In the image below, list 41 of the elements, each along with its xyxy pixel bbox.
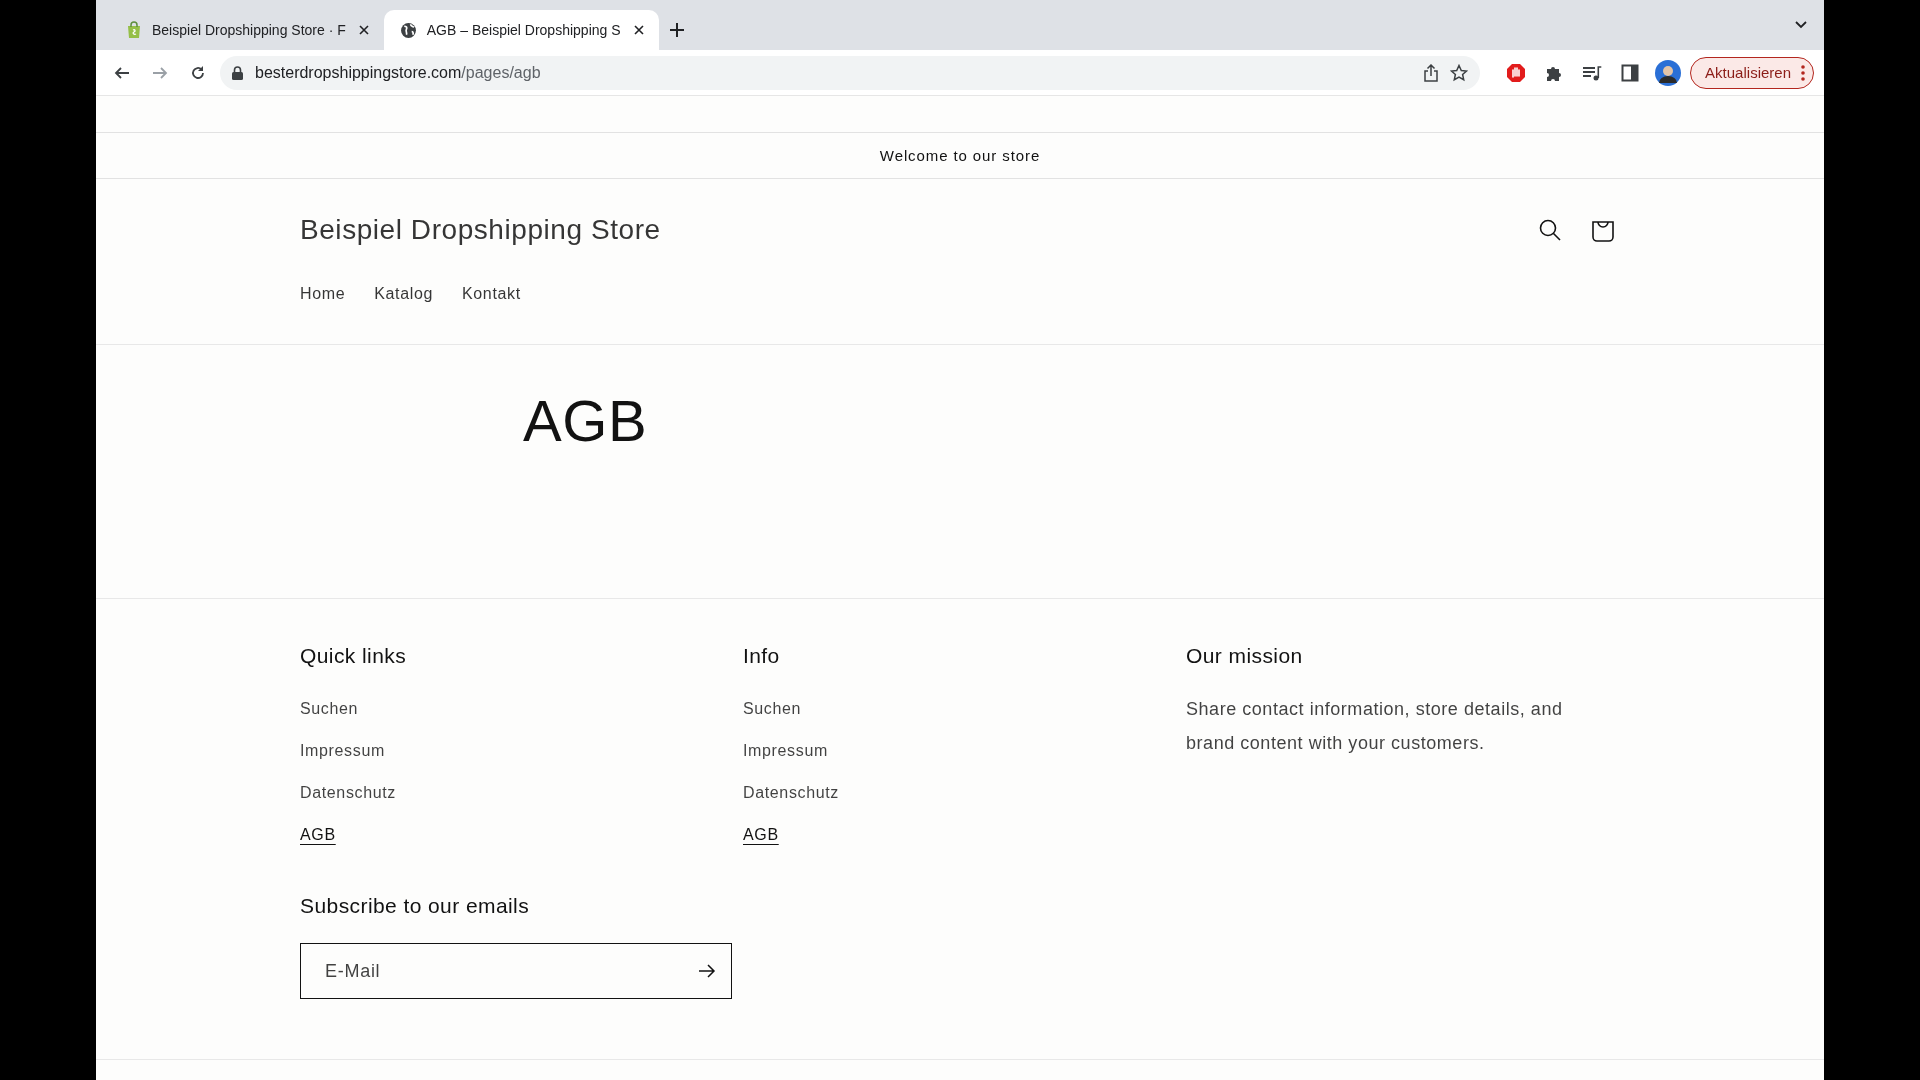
media-list-icon[interactable] (1582, 64, 1603, 81)
share-icon[interactable] (1424, 63, 1439, 82)
footer-link[interactable]: Datenschutz (300, 784, 396, 801)
footer-heading: Our mission (1186, 644, 1304, 668)
globe-icon (399, 21, 417, 39)
mission-text: Share contact information, store details, and brand content with your customers. (1186, 698, 1564, 755)
store-name[interactable]: Beispiel Dropshipping Store (300, 214, 661, 246)
browser-tab[interactable]: Beispiel Dropshipping Store · F (110, 10, 384, 50)
back-icon[interactable] (114, 64, 130, 81)
arrow-right-icon[interactable] (698, 964, 716, 978)
nav-link[interactable]: Katalog (374, 285, 433, 303)
email-field[interactable]: E-Mail (300, 943, 732, 999)
stop-hand-icon[interactable] (1506, 62, 1527, 83)
announcement-text: Welcome to our store (879, 147, 1041, 164)
page-heading: AGB (523, 387, 648, 454)
browser-tab[interactable]: AGB – Beispiel Dropshipping S (383, 10, 659, 50)
search-icon[interactable] (1538, 218, 1562, 242)
footer-link[interactable]: AGB (300, 826, 336, 843)
forward-icon[interactable] (152, 64, 168, 81)
footer-link[interactable]: AGB (743, 826, 779, 843)
nav-link[interactable]: Home (300, 285, 346, 303)
avatar-icon[interactable] (1655, 59, 1682, 86)
footer-heading: Quick links (300, 644, 408, 668)
shopping-bag-icon (126, 21, 142, 39)
more-icon (1801, 64, 1805, 81)
chevron-down-icon[interactable] (1794, 20, 1808, 30)
side-panel-icon[interactable] (1621, 63, 1640, 82)
reload-icon[interactable] (190, 64, 206, 81)
footer-link[interactable]: Suchen (743, 700, 802, 717)
star-icon[interactable] (1450, 63, 1469, 82)
address-bar[interactable]: besterdropshippingstore.com/pages/agb (220, 55, 1481, 90)
update-button[interactable]: Aktualisieren (1690, 56, 1814, 89)
footer-heading: Info (743, 644, 781, 668)
footer-link[interactable]: Datenschutz (743, 784, 839, 801)
newsletter-heading: Subscribe to our emails (300, 894, 531, 918)
footer-link[interactable]: Impressum (743, 742, 828, 759)
footer-link[interactable]: Suchen (300, 700, 359, 717)
nav-link[interactable]: Kontakt (462, 285, 521, 303)
new-tab-icon[interactable] (668, 22, 685, 38)
footer-link[interactable]: Impressum (300, 742, 385, 759)
lock-icon (232, 65, 243, 80)
